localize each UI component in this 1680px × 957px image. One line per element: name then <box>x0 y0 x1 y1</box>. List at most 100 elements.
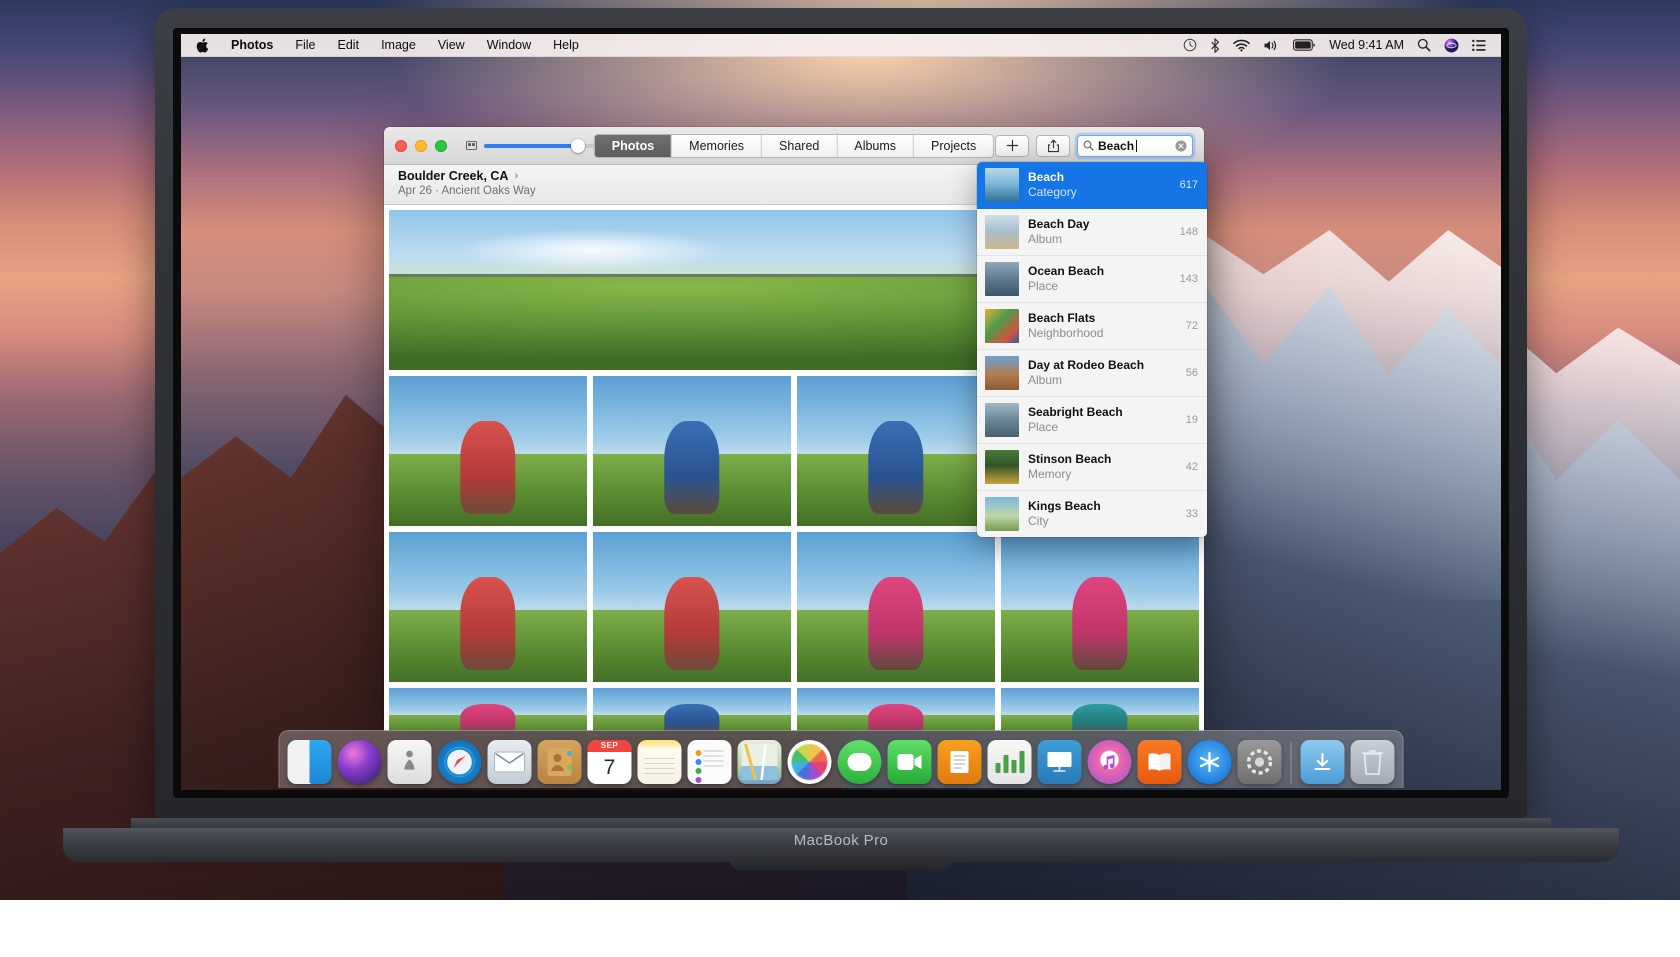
result-text: Ocean Beach Place <box>1028 264 1165 294</box>
photo-thumbnail[interactable] <box>797 376 995 526</box>
photo-thumbnail[interactable] <box>1001 532 1199 682</box>
add-button[interactable] <box>995 134 1029 157</box>
dock-item-reminders[interactable] <box>687 740 732 784</box>
zoom-slider-track[interactable] <box>484 138 596 153</box>
macos-menubar: Photos File Edit Image View Window Help <box>181 34 1501 57</box>
dock-item-calendar[interactable]: SEP 7 <box>587 740 632 784</box>
photo-thumbnail[interactable] <box>593 688 791 731</box>
dock-item-maps[interactable] <box>737 740 782 784</box>
menu-edit[interactable]: Edit <box>327 34 371 57</box>
close-button[interactable] <box>395 139 407 152</box>
calendar-month-label: SEP <box>587 740 632 752</box>
zoom-slider-knob[interactable] <box>571 138 586 153</box>
search-result-row[interactable]: Beach Day Album 148 <box>977 209 1207 256</box>
minimize-button[interactable] <box>415 139 427 152</box>
photo-thumbnail[interactable] <box>389 688 587 731</box>
wifi-icon[interactable] <box>1233 39 1251 52</box>
dock-item-finder[interactable] <box>287 740 332 784</box>
time-machine-icon[interactable] <box>1183 38 1197 52</box>
result-thumbnail <box>985 309 1019 343</box>
result-count: 42 <box>1185 461 1198 473</box>
tab-shared[interactable]: Shared <box>762 134 838 157</box>
result-count: 143 <box>1179 273 1198 285</box>
menu-window[interactable]: Window <box>476 34 542 57</box>
chevron-right-icon[interactable]: › <box>514 170 518 182</box>
dock-item-contacts[interactable] <box>537 740 582 784</box>
photo-thumbnail[interactable] <box>389 376 587 526</box>
dock-item-notes[interactable] <box>637 740 682 784</box>
dock-item-system-preferences[interactable] <box>1237 740 1282 784</box>
dock-item-numbers[interactable] <box>987 740 1032 784</box>
dock-item-siri[interactable] <box>337 740 382 784</box>
result-thumbnail <box>985 497 1019 531</box>
apple-logo-icon[interactable] <box>190 38 220 53</box>
search-result-row[interactable]: Ocean Beach Place 143 <box>977 256 1207 303</box>
page-title[interactable]: Boulder Creek, CA <box>398 169 508 183</box>
menubar-status-items: Wed 9:41 AM <box>1183 37 1492 53</box>
search-field[interactable]: Beach <box>1077 134 1193 157</box>
volume-icon[interactable] <box>1263 39 1280 52</box>
dock-item-downloads[interactable] <box>1300 740 1345 784</box>
battery-icon[interactable] <box>1293 39 1316 51</box>
photo-thumbnail[interactable] <box>389 532 587 682</box>
result-type: Place <box>1028 420 1059 434</box>
text-cursor <box>1136 139 1138 152</box>
photo-thumbnail[interactable] <box>797 688 995 731</box>
result-type: City <box>1028 514 1049 528</box>
search-result-row[interactable]: Stinson Beach Memory 42 <box>977 444 1207 491</box>
result-text: Stinson Beach Memory <box>1028 452 1171 482</box>
menu-file[interactable]: File <box>284 34 326 57</box>
window-titlebar: Photos Memories Shared Albums Projects B… <box>384 127 1204 165</box>
search-result-row[interactable]: Beach Category 617 <box>977 162 1207 209</box>
dock-item-itunes[interactable] <box>1087 740 1132 784</box>
toolbar-right-controls: Beach <box>995 134 1193 157</box>
search-result-row[interactable]: Kings Beach City 33 <box>977 491 1207 537</box>
search-results-dropdown: Beach Category 617 Beach Day Album 148 O… <box>977 162 1207 537</box>
dock-item-keynote[interactable] <box>1037 740 1082 784</box>
dock-item-pages[interactable] <box>937 740 982 784</box>
menu-help[interactable]: Help <box>542 34 590 57</box>
dock-item-launchpad[interactable] <box>387 740 432 784</box>
result-type: Album <box>1028 373 1063 387</box>
menu-image[interactable]: Image <box>370 34 427 57</box>
spotlight-search-icon[interactable] <box>1417 38 1431 52</box>
dock-item-facetime[interactable] <box>887 740 932 784</box>
dock-divider <box>1290 742 1292 784</box>
dock-item-trash[interactable] <box>1350 740 1395 784</box>
photo-thumbnail[interactable] <box>1001 688 1199 731</box>
search-result-row[interactable]: Day at Rodeo Beach Album 56 <box>977 350 1207 397</box>
result-thumbnail <box>985 450 1019 484</box>
search-input[interactable]: Beach <box>1098 139 1134 153</box>
result-title: Seabright Beach <box>1028 405 1123 419</box>
dock-item-photos[interactable] <box>787 740 832 784</box>
tab-photos[interactable]: Photos <box>594 134 673 157</box>
tab-projects[interactable]: Projects <box>914 134 994 157</box>
dock-item-ibooks[interactable] <box>1137 740 1182 784</box>
zoom-button[interactable] <box>435 139 447 152</box>
result-title: Stinson Beach <box>1028 452 1112 466</box>
dock-item-app-store[interactable] <box>1187 740 1232 784</box>
bluetooth-icon[interactable] <box>1210 37 1220 53</box>
search-result-row[interactable]: Seabright Beach Place 19 <box>977 397 1207 444</box>
photo-thumbnail[interactable] <box>593 376 791 526</box>
tab-memories[interactable]: Memories <box>672 134 763 157</box>
dock-item-messages[interactable] <box>837 740 882 784</box>
notification-center-icon[interactable] <box>1472 39 1486 52</box>
result-thumbnail <box>985 356 1019 390</box>
siri-icon[interactable] <box>1444 38 1459 53</box>
photo-thumbnail[interactable] <box>797 532 995 682</box>
photo-thumbnail[interactable] <box>593 532 791 682</box>
tab-albums[interactable]: Albums <box>837 134 915 157</box>
menu-view[interactable]: View <box>427 34 476 57</box>
search-result-row[interactable]: Beach Flats Neighborhood 72 <box>977 303 1207 350</box>
share-button[interactable] <box>1036 134 1070 157</box>
clear-icon[interactable] <box>1175 139 1187 152</box>
menu-photos[interactable]: Photos <box>220 34 284 57</box>
menubar-clock[interactable]: Wed 9:41 AM <box>1329 38 1404 52</box>
result-thumbnail <box>985 403 1019 437</box>
dock-item-mail[interactable] <box>487 740 532 784</box>
thumbnail-zoom-slider[interactable] <box>466 138 614 153</box>
dock-item-safari[interactable] <box>437 740 482 784</box>
result-count: 33 <box>1185 508 1198 520</box>
result-title: Beach Flats <box>1028 311 1096 325</box>
